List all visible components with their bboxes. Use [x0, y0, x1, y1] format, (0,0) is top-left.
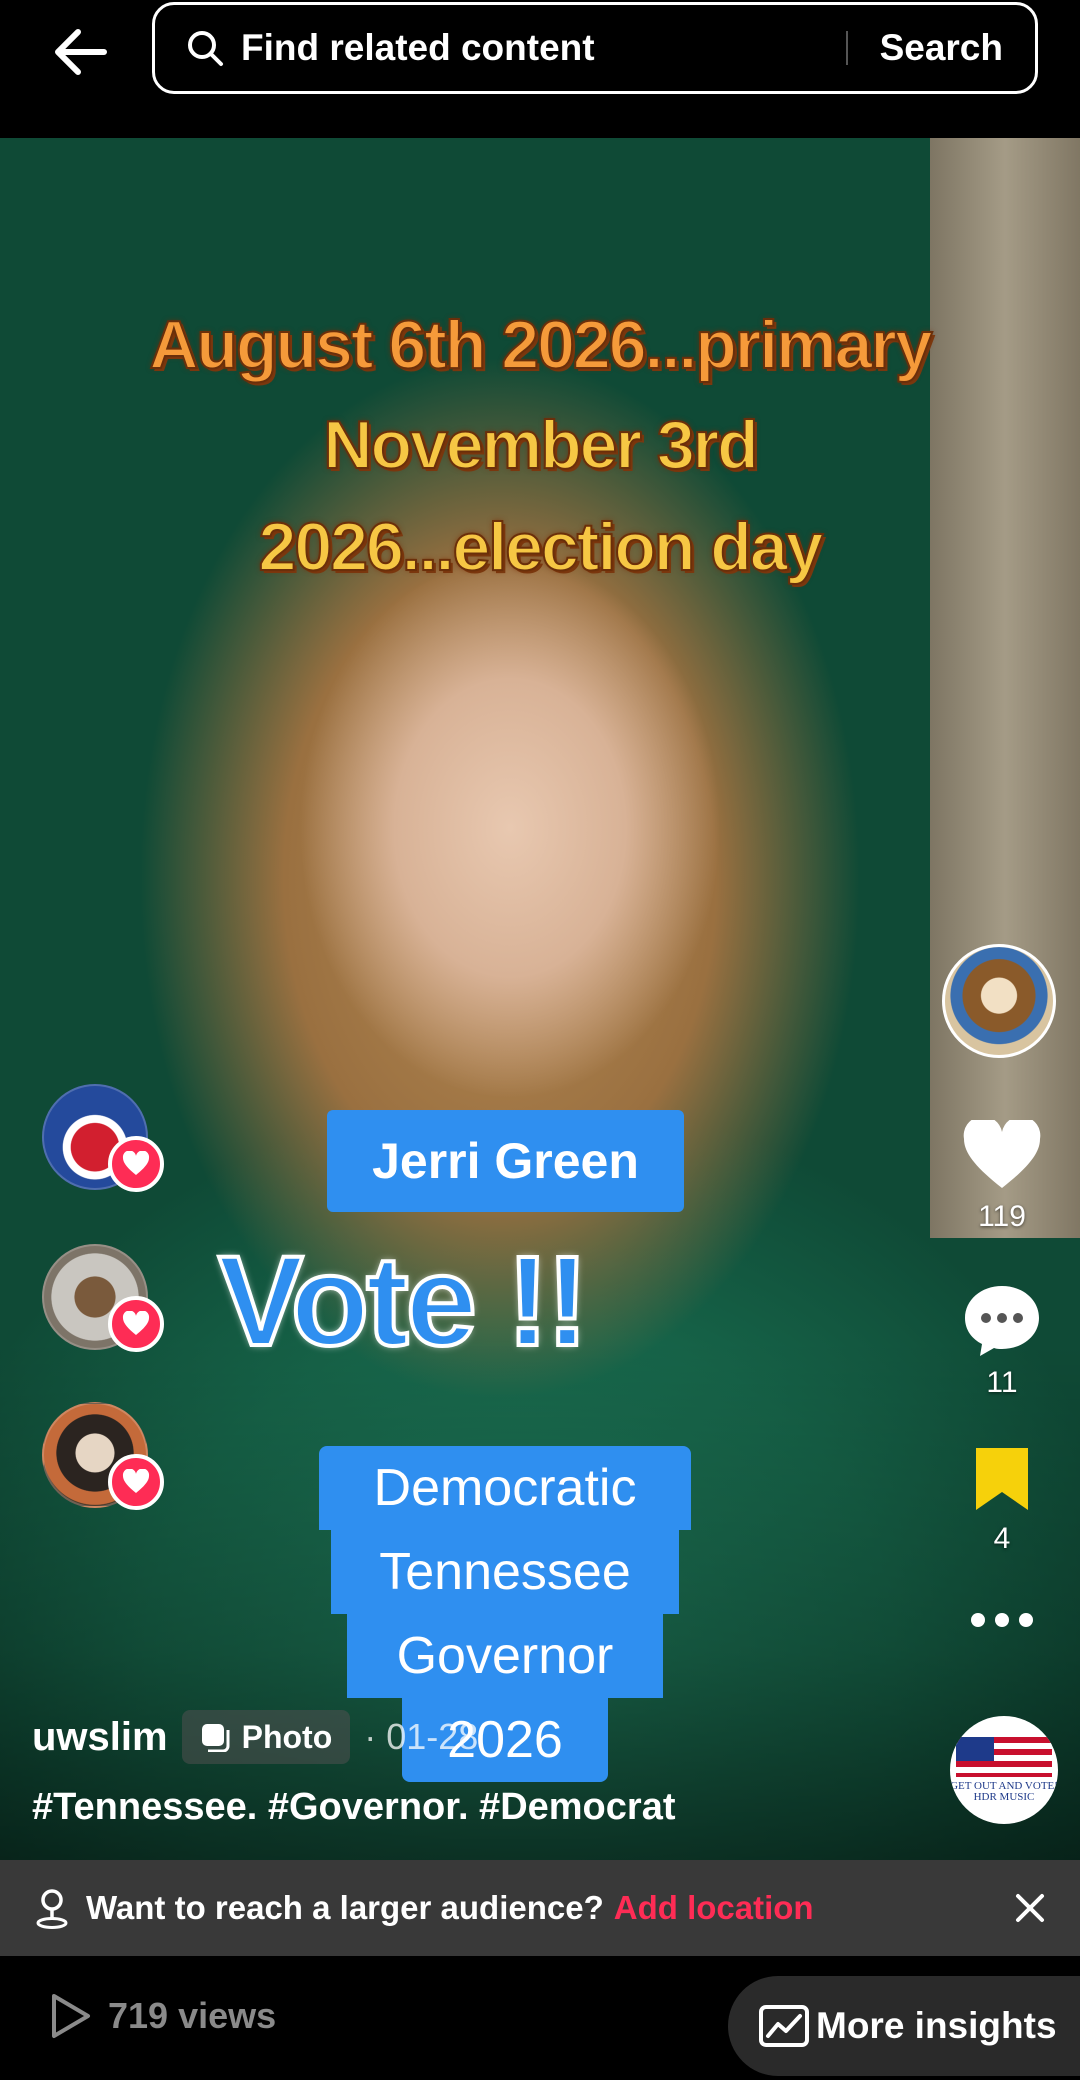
location-pin-icon — [36, 1889, 68, 1929]
chart-trend-icon — [759, 2005, 809, 2047]
search-bar[interactable]: Find related content Search — [152, 2, 1038, 94]
heart-badge-icon — [108, 1296, 164, 1352]
favorite-count: 4 — [993, 1522, 1011, 1555]
post-meta-row: uwslim Photo · 01-28 — [32, 1710, 478, 1764]
liker-avatar[interactable] — [42, 1402, 164, 1510]
location-prompt-bar: Want to reach a larger audience? Add loc… — [0, 1860, 1080, 1956]
top-bar: Find related content Search — [0, 0, 1080, 138]
back-button[interactable] — [44, 16, 116, 88]
music-disc[interactable]: GET OUT AND VOTE! HDR MUSIC — [950, 1716, 1058, 1824]
candidate-name-label: Jerri Green — [327, 1110, 684, 1212]
search-button[interactable]: Search — [880, 27, 1003, 69]
more-dots-icon — [971, 1613, 1033, 1627]
post-date: · 01-28 — [364, 1716, 479, 1757]
post-media[interactable]: August 6th 2026...primary November 3rd 2… — [0, 138, 1080, 1860]
background-pillar — [930, 138, 1080, 1238]
photo-icon — [201, 1724, 230, 1752]
add-location-link[interactable]: Add location — [614, 1889, 814, 1927]
search-icon — [185, 28, 225, 68]
heart-badge-icon — [108, 1136, 164, 1192]
post-type-label: Photo — [241, 1718, 333, 1755]
liker-avatar[interactable] — [42, 1084, 164, 1192]
bookmark-icon — [976, 1448, 1028, 1510]
liker-avatar[interactable] — [42, 1244, 164, 1352]
music-label: GET OUT AND VOTE! HDR MUSIC — [950, 1780, 1058, 1803]
office-label-line: Tennessee — [331, 1530, 679, 1614]
username-link[interactable]: uwslim — [32, 1715, 168, 1760]
comment-icon — [965, 1286, 1039, 1356]
play-icon — [52, 1994, 90, 2038]
bottom-bar: 719 views More insights — [0, 1956, 1080, 2080]
comment-button[interactable]: 11 — [940, 1282, 1064, 1400]
heart-badge-icon — [108, 1454, 164, 1510]
favorite-button[interactable]: 4 — [940, 1444, 1064, 1556]
headline-election-day: 2026...election day — [258, 508, 825, 586]
caption-hashtags[interactable]: #Tennessee. #Governor. #Democrat — [32, 1786, 675, 1829]
office-label-line: Governor — [347, 1614, 663, 1698]
creator-avatar[interactable] — [942, 944, 1056, 1058]
office-label-line: Democratic — [319, 1446, 691, 1530]
search-divider — [845, 31, 848, 65]
close-icon[interactable] — [1010, 1888, 1050, 1928]
views-count: 719 views — [108, 1995, 277, 2036]
flag-icon — [956, 1737, 1052, 1777]
comment-count: 11 — [986, 1366, 1018, 1399]
vote-text: Vote !! — [216, 1228, 591, 1375]
views-stat: 719 views — [48, 1992, 276, 2040]
post-type-badge: Photo — [181, 1710, 351, 1764]
headline-election-date: November 3rd — [322, 406, 759, 484]
heart-icon — [963, 1120, 1041, 1188]
headline-primary-date: August 6th 2026...primary — [148, 306, 933, 384]
like-button[interactable]: 119 — [940, 1120, 1064, 1234]
more-options-button[interactable] — [940, 1612, 1064, 1628]
search-input[interactable]: Find related content — [241, 27, 846, 69]
like-count: 119 — [978, 1200, 1026, 1233]
more-insights-button[interactable]: More insights — [728, 1976, 1080, 2076]
arrow-left-icon — [55, 29, 107, 75]
more-insights-label: More insights — [816, 2005, 1057, 2046]
location-prompt-text: Want to reach a larger audience? — [86, 1889, 604, 1926]
